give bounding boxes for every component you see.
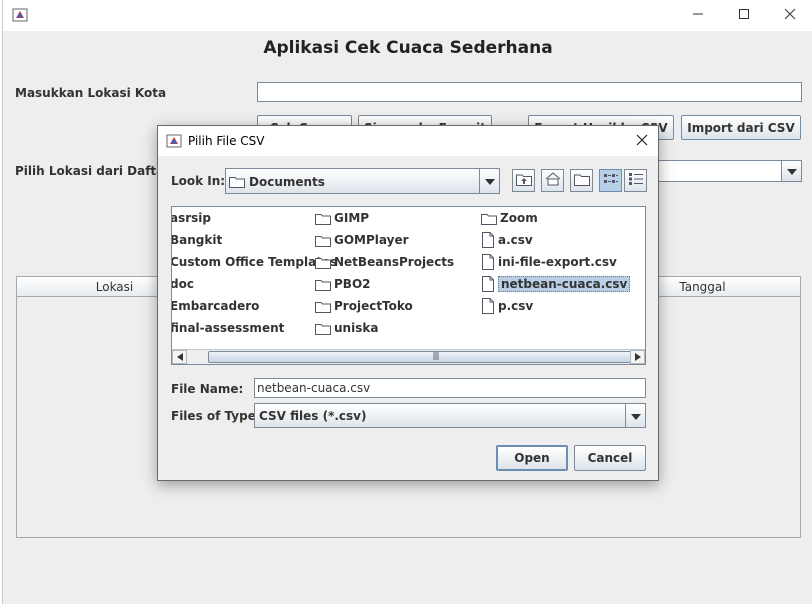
chevron-left-icon [176, 350, 183, 364]
list-item-file[interactable]: p.csv [481, 296, 533, 316]
up-one-level-button[interactable] [512, 169, 535, 192]
chevron-down-icon [484, 174, 495, 188]
file-name: asrsip [171, 211, 212, 225]
location-input[interactable] [257, 82, 802, 102]
list-item-folder[interactable]: Embarcadero [171, 296, 260, 316]
file-name: netbean-cuaca.csv [498, 276, 631, 292]
file-icon [481, 276, 495, 292]
folder-icon [315, 278, 331, 291]
folder-up-icon [515, 172, 532, 189]
folder-icon [315, 234, 331, 247]
list-item-folder[interactable]: final-assessment [171, 318, 285, 338]
new-folder-button[interactable] [570, 169, 593, 192]
list-item-folder[interactable]: Bangkit [171, 230, 223, 250]
list-item-folder[interactable]: GIMP [315, 208, 369, 228]
close-icon [636, 134, 648, 149]
file-name: Embarcadero [171, 299, 260, 313]
file-name: doc [171, 277, 194, 291]
file-type-dropdown-arrow[interactable] [625, 404, 645, 427]
file-name: NetBeansProjects [334, 255, 455, 269]
minimize-icon [692, 8, 704, 23]
list-item-file-selected[interactable]: netbean-cuaca.csv [481, 274, 631, 294]
maximize-icon [738, 8, 750, 23]
file-chooser-dialog: Pilih File CSV Look In: Documents asrsip… [157, 125, 659, 481]
list-item-file[interactable]: a.csv [481, 230, 533, 250]
list-item-folder[interactable]: NetBeansProjects [315, 252, 454, 272]
list-item-folder[interactable]: asrsip [171, 208, 212, 228]
list-item-folder[interactable]: doc [171, 274, 194, 294]
home-button[interactable] [541, 169, 564, 192]
maximize-button[interactable] [721, 0, 767, 31]
close-icon [784, 8, 796, 23]
file-name: PBO2 [334, 277, 371, 291]
file-name: GOMPlayer [334, 233, 409, 247]
list-item-folder[interactable]: uniska [315, 318, 378, 338]
folder-icon [315, 256, 331, 269]
folder-icon [315, 300, 331, 313]
list-item-folder[interactable]: GOMPlayer [315, 230, 409, 250]
open-button[interactable]: Open [496, 445, 568, 471]
horizontal-scrollbar[interactable] [172, 349, 645, 364]
details-view-button[interactable] [624, 169, 647, 192]
folder-icon [315, 212, 331, 225]
list-view-button[interactable] [599, 169, 622, 192]
scrollbar-thumb[interactable] [208, 351, 645, 363]
java-app-icon [166, 133, 182, 149]
file-name: ProjectToko [334, 299, 413, 313]
details-view-icon [628, 172, 644, 189]
file-type-select[interactable]: CSV files (*.csv) [254, 403, 646, 428]
file-name: Custom Office Templates [171, 255, 338, 269]
list-item-folder[interactable]: Custom Office Templates [171, 252, 338, 272]
grip-icon [433, 352, 439, 362]
file-type-label: Files of Type: [171, 409, 261, 423]
file-name: a.csv [498, 233, 533, 247]
file-name: uniska [334, 321, 379, 335]
folder-icon [229, 175, 245, 191]
java-app-icon [12, 7, 28, 23]
chevron-right-icon [634, 350, 641, 364]
file-icon [481, 298, 495, 314]
file-name: Bangkit [171, 233, 223, 247]
file-name: Zoom [500, 211, 538, 225]
scroll-left-button[interactable] [172, 350, 187, 364]
file-name: final-assessment [171, 321, 285, 335]
look-in-dropdown-arrow[interactable] [479, 169, 499, 193]
file-name: p.csv [498, 299, 534, 313]
look-in-select[interactable]: Documents [225, 168, 500, 194]
chevron-down-icon [630, 409, 641, 423]
dialog-titlebar: Pilih File CSV [158, 126, 658, 156]
look-in-value: Documents [249, 175, 325, 189]
dialog-close-button[interactable] [626, 126, 658, 156]
file-icon [481, 232, 495, 248]
list-item-folder[interactable]: PBO2 [315, 274, 371, 294]
close-button[interactable] [767, 0, 812, 31]
folder-icon [481, 212, 497, 225]
file-name: GIMP [334, 211, 370, 225]
file-name: ini-file-export.csv [498, 255, 617, 269]
minimize-button[interactable] [675, 0, 721, 31]
file-name-input[interactable]: netbean-cuaca.csv [254, 378, 646, 398]
list-item-folder[interactable]: Zoom [481, 208, 538, 228]
location-label: Masukkan Lokasi Kota [15, 86, 167, 100]
look-in-label: Look In: [171, 174, 226, 188]
home-icon [545, 172, 561, 189]
dialog-title: Pilih File CSV [188, 134, 265, 148]
favorite-dropdown-arrow[interactable] [781, 161, 801, 181]
scroll-right-button[interactable] [630, 350, 645, 364]
list-item-file[interactable]: ini-file-export.csv [481, 252, 617, 272]
list-item-folder[interactable]: ProjectToko [315, 296, 413, 316]
file-type-value: CSV files (*.csv) [259, 409, 367, 423]
file-list[interactable]: asrsip Bangkit Custom Office Templates d… [171, 206, 646, 365]
import-csv-button[interactable]: Import dari CSV [681, 115, 801, 140]
new-folder-icon [573, 172, 590, 189]
chevron-down-icon [786, 164, 797, 178]
main-titlebar [3, 0, 812, 31]
file-icon [481, 254, 495, 270]
list-view-icon [603, 172, 619, 189]
file-name-label: File Name: [171, 382, 244, 396]
cancel-button[interactable]: Cancel [574, 445, 646, 471]
folder-icon [315, 322, 331, 335]
app-title: Aplikasi Cek Cuaca Sederhana [263, 38, 553, 58]
